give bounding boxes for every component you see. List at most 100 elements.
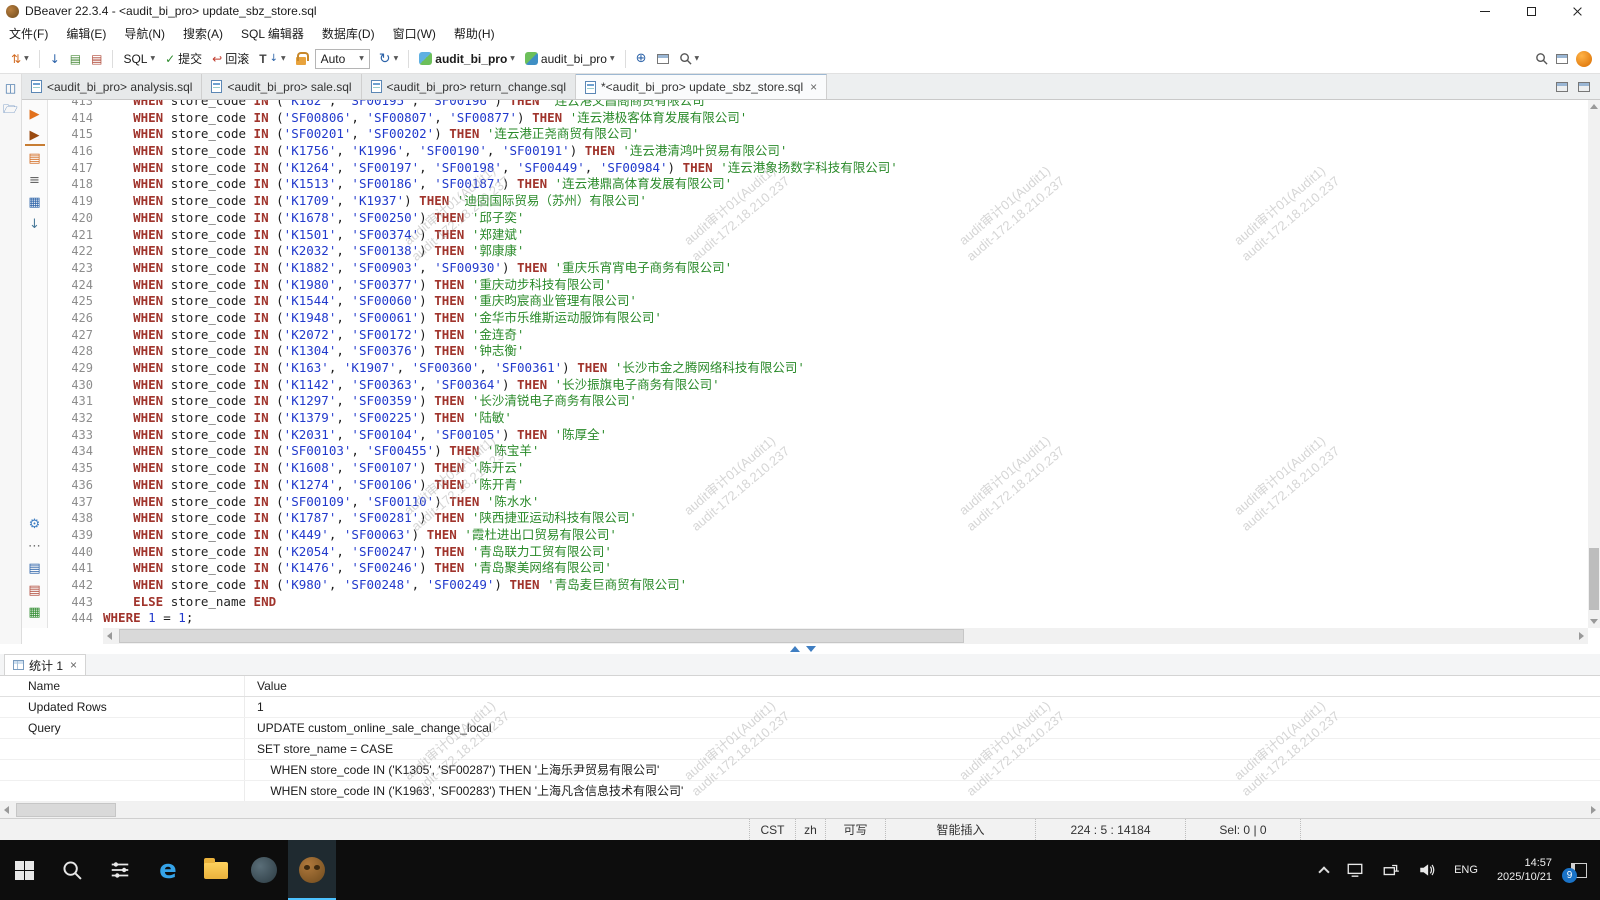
results-horizontal-scrollbar[interactable] (0, 802, 1600, 818)
tray-expand-button[interactable] (1313, 840, 1335, 900)
editor-results-sash[interactable] (0, 644, 1600, 654)
scroll-left-arrow-icon[interactable] (107, 632, 112, 640)
fetch-data-button[interactable]: ↓ (45, 47, 65, 71)
execute-script-icon[interactable]: ▶ (25, 126, 45, 146)
editor-horizontal-scrollbar[interactable] (103, 628, 1588, 644)
chevron-up-icon (1318, 866, 1329, 877)
open-sql-script-button[interactable]: ▤ (86, 47, 107, 71)
editor-tab[interactable]: <audit_bi_pro> sale.sql (202, 74, 361, 99)
minimize-editor-icon[interactable] (1556, 82, 1568, 92)
tab-close-icon[interactable]: × (68, 658, 77, 672)
language-indicator[interactable]: ENG (1447, 840, 1485, 900)
line-number: 416 (48, 143, 103, 160)
line-number: 439 (48, 527, 103, 544)
save-file-icon[interactable]: ▤ (25, 558, 45, 578)
scroll-right-arrow-icon[interactable] (1591, 806, 1596, 814)
results-scroll-thumb[interactable] (16, 803, 116, 817)
edge-browser-button[interactable]: e (144, 840, 192, 900)
tray-network-button[interactable] (1375, 840, 1407, 900)
pinned-app-button[interactable] (240, 840, 288, 900)
taskbar-search-button[interactable] (48, 840, 96, 900)
toolbar-search-icon[interactable] (1535, 52, 1548, 65)
query-log-icon[interactable]: ▦ (25, 192, 45, 212)
start-button[interactable] (0, 840, 48, 900)
auto-refresh-combo[interactable]: Auto ▼ (315, 49, 370, 69)
table-row[interactable]: Updated Rows1 (0, 697, 1600, 718)
table-row[interactable]: SET store_name = CASE (0, 739, 1600, 760)
commit-button[interactable]: ✓ 提交 (160, 47, 207, 71)
statistics-tab[interactable]: 统计 1 × (4, 654, 86, 675)
more-options-icon[interactable]: ⋯ (25, 536, 45, 556)
sash-up-icon[interactable] (790, 646, 800, 652)
file-status-icon[interactable]: ▤ (25, 580, 45, 600)
code-editor[interactable]: 413 WHEN store_code IN ('K162', 'SF00195… (48, 100, 1588, 628)
column-header-name[interactable]: Name (0, 676, 245, 696)
restore-view-icon[interactable]: ◫ (3, 80, 18, 95)
dbeaver-perspective-icon[interactable] (1576, 51, 1592, 67)
execute-statement-icon[interactable]: ▶ (25, 104, 45, 124)
taskbar-clock[interactable]: 14:57 2025/10/21 (1489, 856, 1560, 884)
open-connection-button[interactable]: ⇅ ▼ (6, 47, 34, 71)
editor-tab[interactable]: <audit_bi_pro> analysis.sql (22, 74, 202, 99)
menu-item[interactable]: 导航(N) (115, 22, 174, 45)
maximize-editor-icon[interactable] (1578, 82, 1590, 92)
code-text: WHEN store_code IN ('K1948', 'SF00061') … (103, 310, 1588, 327)
menu-item[interactable]: 搜索(A) (174, 22, 232, 45)
data-grid-icon[interactable]: ▦ (25, 602, 45, 622)
vertical-scroll-thumb[interactable] (1589, 548, 1599, 610)
close-button[interactable] (1554, 0, 1600, 22)
settings-gear-icon[interactable]: ⚙ (25, 514, 45, 534)
editor-tab[interactable]: <audit_bi_pro> return_change.sql (362, 74, 576, 99)
menu-item[interactable]: 编辑(E) (57, 22, 115, 45)
minimize-view-icon[interactable] (1556, 54, 1568, 64)
maximize-button[interactable] (1508, 0, 1554, 22)
sql-doc-icon: ▤ (70, 52, 81, 66)
code-line: 443 ELSE store_name END (48, 594, 1588, 611)
scroll-right-arrow-icon[interactable] (1579, 632, 1584, 640)
dbeaver-taskbar-button[interactable] (288, 840, 336, 900)
network-button[interactable]: ⊕ (631, 47, 652, 71)
execute-new-tab-icon[interactable]: ▤ (25, 148, 45, 168)
editor-vertical-scrollbar[interactable] (1588, 100, 1600, 628)
tray-volume-button[interactable] (1411, 840, 1443, 900)
compare-button[interactable] (652, 47, 674, 71)
transaction-mode-dropdown[interactable]: T ↓ ▼ (254, 47, 290, 71)
menu-item[interactable]: 文件(F) (0, 22, 57, 45)
column-header-value[interactable]: Value (245, 676, 287, 696)
line-number: 424 (48, 277, 103, 294)
connection-selector[interactable]: audit_bi_pro ▼ (414, 47, 520, 71)
sash-down-icon[interactable] (806, 646, 816, 652)
minimize-button[interactable] (1462, 0, 1508, 22)
editor-tab[interactable]: *<audit_bi_pro> update_sbz_store.sql× (576, 74, 827, 99)
explain-plan-icon[interactable]: ≡ (25, 170, 45, 190)
tab-label: <audit_bi_pro> return_change.sql (387, 80, 566, 94)
new-sql-editor-button[interactable]: ▤ (65, 47, 86, 71)
tray-display-button[interactable] (1339, 840, 1371, 900)
rollback-button[interactable]: ↩ 回滚 (207, 47, 254, 71)
table-row[interactable]: QueryUPDATE custom_online_sale_change_lo… (0, 718, 1600, 739)
refresh-button[interactable]: ↻ ▼ (374, 47, 403, 71)
lock-button[interactable] (291, 47, 311, 71)
sql-dropdown[interactable]: SQL ▼ (118, 47, 160, 71)
tab-close-icon[interactable]: × (808, 80, 817, 94)
horizontal-scroll-thumb[interactable] (119, 629, 964, 643)
task-view-button[interactable] (96, 840, 144, 900)
scroll-left-arrow-icon[interactable] (4, 806, 9, 814)
notification-center-button[interactable]: 9 (1564, 857, 1594, 883)
table-row[interactable]: WHEN store_code IN ('K1963', 'SF00283') … (0, 781, 1600, 802)
menu-item[interactable]: SQL 编辑器 (232, 22, 313, 45)
database-navigator-icon[interactable]: 🗁 (3, 103, 18, 118)
schema-selector[interactable]: audit_bi_pro ▼ (520, 47, 620, 71)
menu-item[interactable]: 帮助(H) (445, 22, 504, 45)
menu-item[interactable]: 窗口(W) (384, 22, 445, 45)
export-result-icon[interactable]: ↓ (25, 214, 45, 234)
search-dropdown[interactable]: ▼ (674, 47, 705, 71)
file-explorer-button[interactable] (192, 840, 240, 900)
sql-file-icon (211, 80, 222, 93)
globe-icon: ⊕ (636, 51, 647, 66)
line-number: 441 (48, 560, 103, 577)
scroll-up-arrow-icon[interactable] (1590, 104, 1598, 109)
table-row[interactable]: WHEN store_code IN ('K1305', 'SF00287') … (0, 760, 1600, 781)
menu-item[interactable]: 数据库(D) (313, 22, 384, 45)
scroll-down-arrow-icon[interactable] (1590, 619, 1598, 624)
